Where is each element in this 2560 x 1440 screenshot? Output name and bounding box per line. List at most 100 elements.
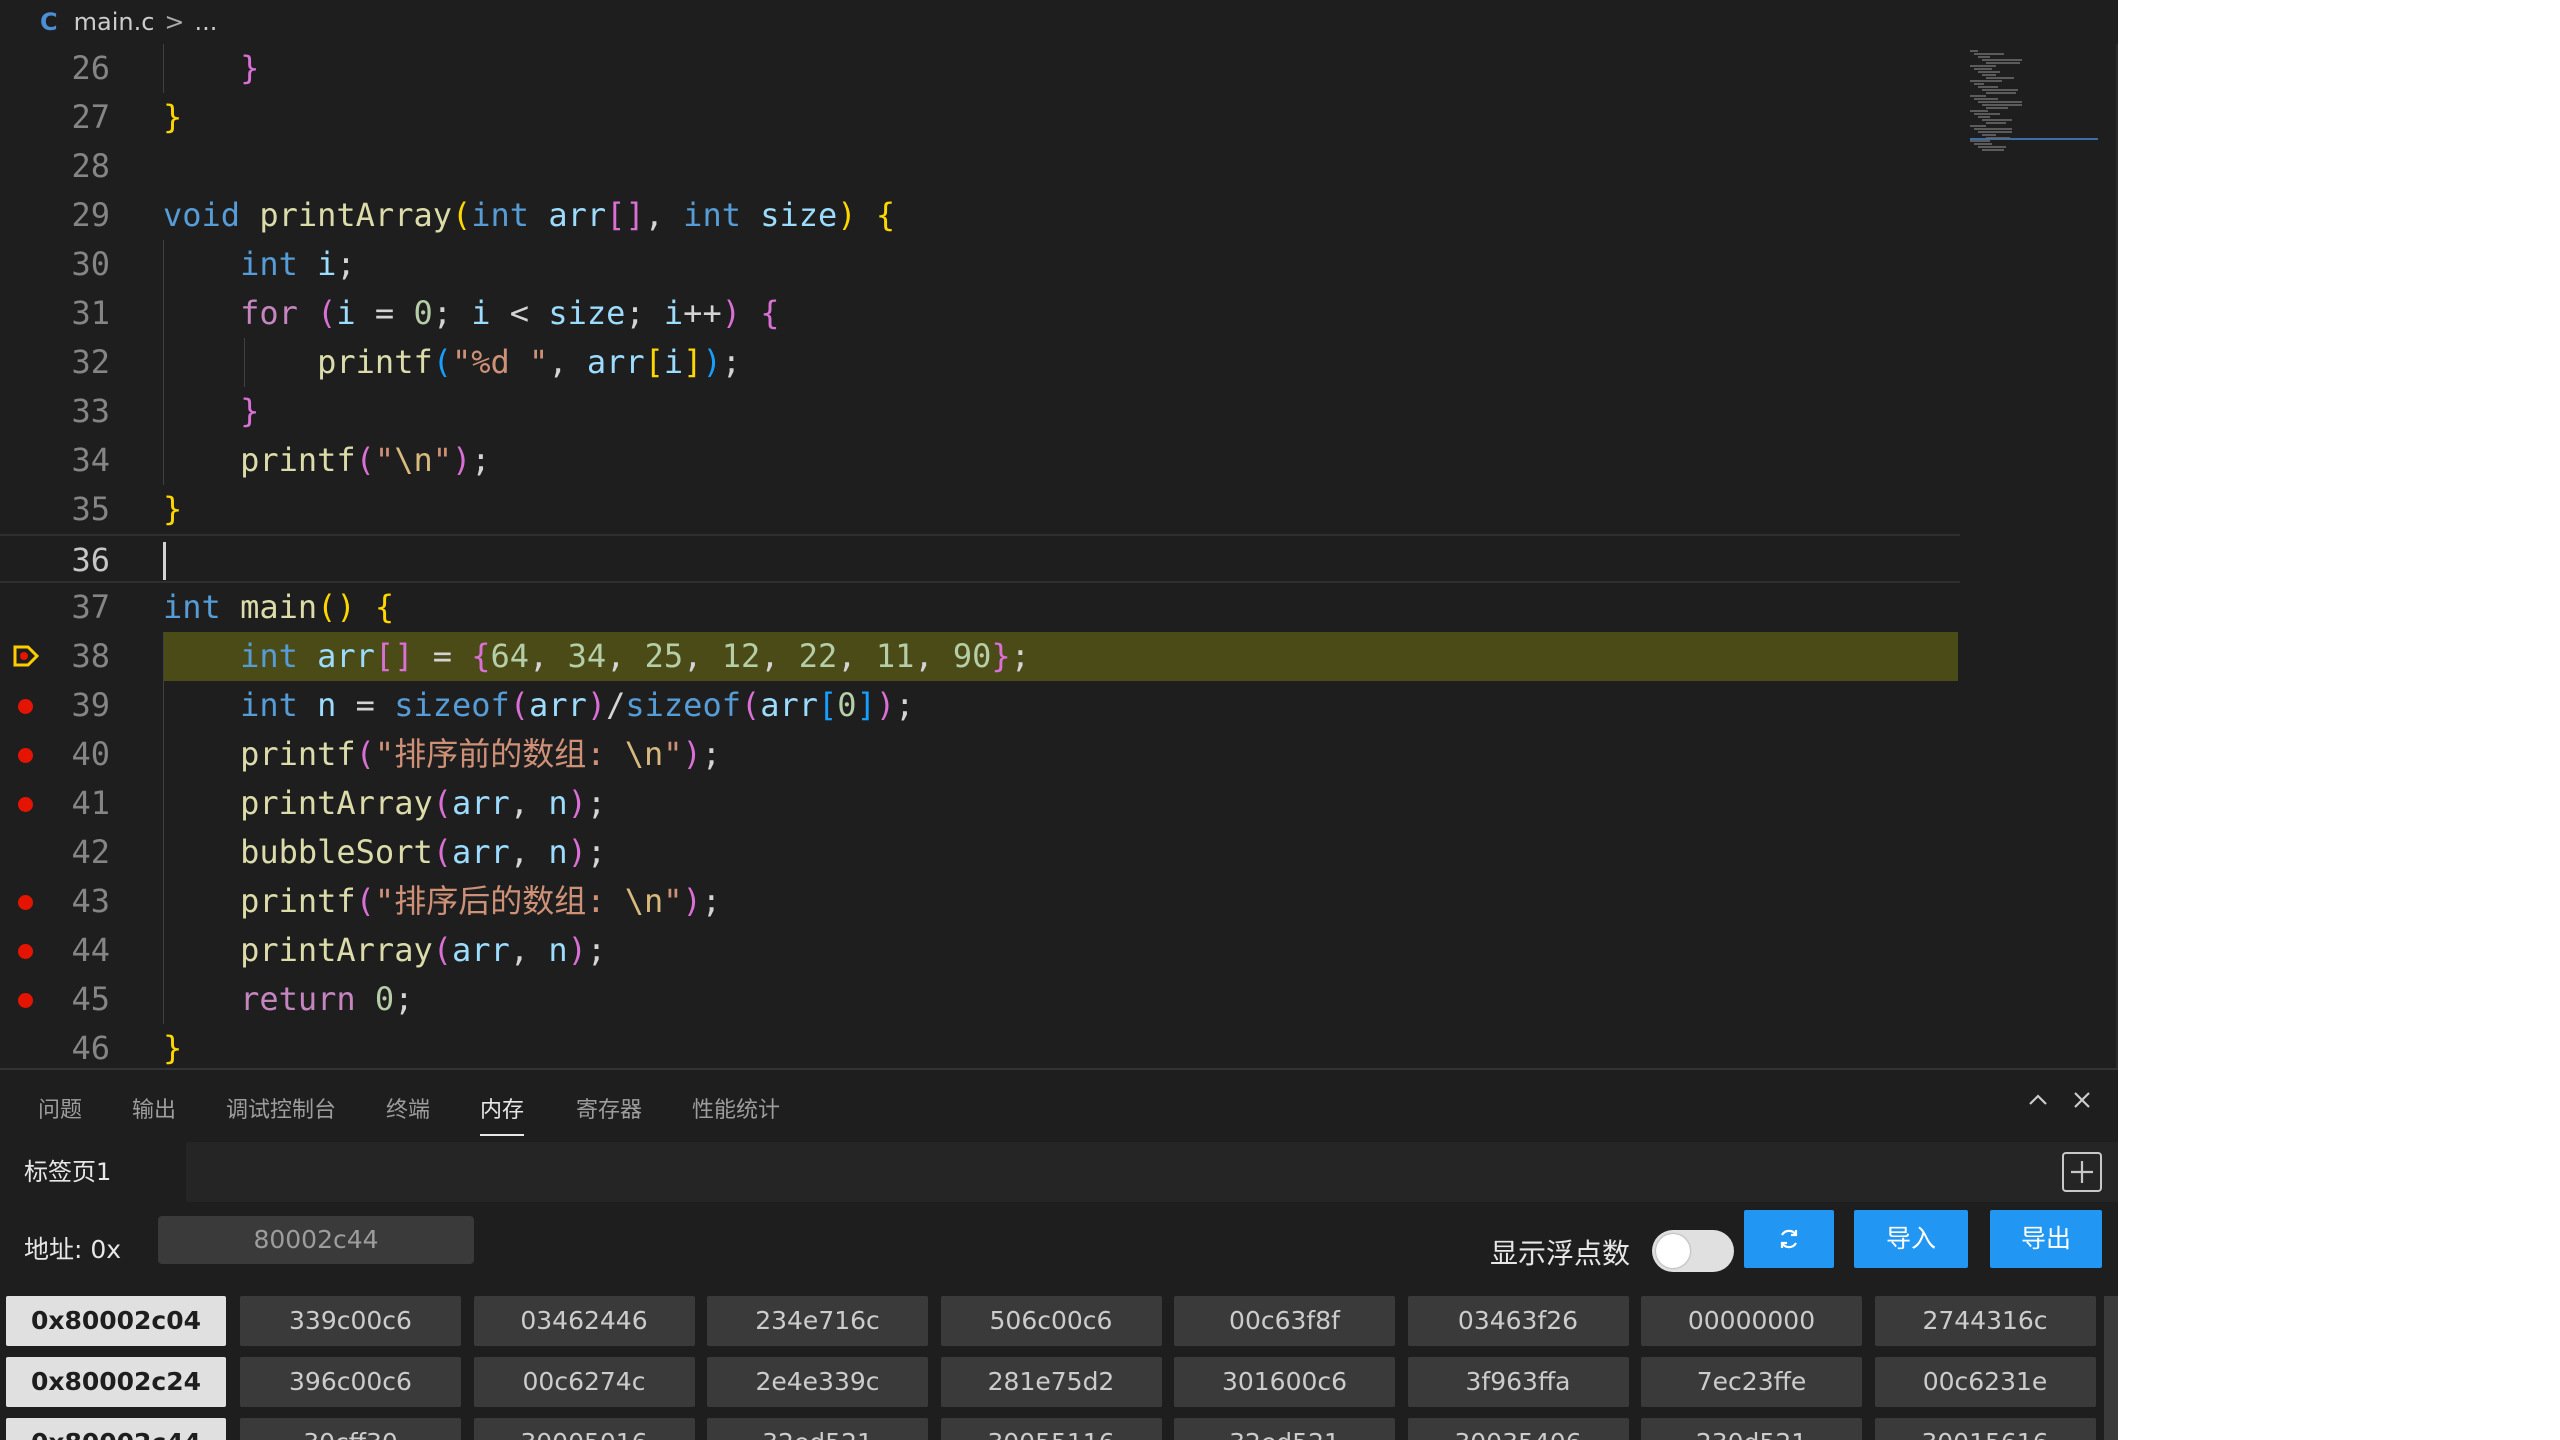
code-line[interactable]: 30 int i; <box>0 240 1960 289</box>
memory-cell[interactable]: 3f963ffa <box>1407 1357 1629 1407</box>
code-token: arr <box>451 931 510 969</box>
memory-cell[interactable]: 30015616 <box>1874 1418 2096 1440</box>
minimap-line <box>1974 83 1984 85</box>
code-line[interactable]: 34 printf("\n"); <box>0 436 1960 485</box>
code-text: } <box>163 485 182 534</box>
memory-address[interactable]: 0x80002c24 <box>6 1357 226 1407</box>
tab-performance[interactable]: 性能统计 <box>692 1092 780 1134</box>
memory-cell[interactable]: 30005016 <box>473 1418 695 1440</box>
memory-cell[interactable]: 301600c6 <box>1174 1357 1395 1407</box>
line-number: 32 <box>71 343 110 381</box>
code-line[interactable]: 36 <box>0 534 1960 583</box>
code-line[interactable]: 40 printf("排序前的数组: \n"); <box>0 730 1960 779</box>
memory-cell[interactable]: 32ed521 <box>1174 1418 1395 1440</box>
tab-registers[interactable]: 寄存器 <box>576 1092 642 1134</box>
show-float-toggle[interactable] <box>1652 1230 1734 1272</box>
code-line[interactable]: 46} <box>0 1024 1960 1068</box>
memory-cell[interactable]: 30055116 <box>940 1418 1162 1440</box>
memory-cell[interactable]: 7ec23ffe <box>1641 1357 1862 1407</box>
memory-cell[interactable]: 396c00c6 <box>240 1357 461 1407</box>
minimap-line <box>1974 53 2004 55</box>
code-token: ; <box>895 686 915 724</box>
memory-cell[interactable]: 339c00c6 <box>240 1296 461 1346</box>
line-number: 30 <box>71 245 110 283</box>
code-token: ( <box>355 882 375 920</box>
code-token: } <box>991 637 1011 675</box>
address-input[interactable]: 80002c44 <box>158 1216 474 1264</box>
minimap[interactable] <box>1960 44 2118 1068</box>
breadcrumb[interactable]: C main.c > ... <box>0 0 2118 44</box>
code-token: ; <box>586 833 607 871</box>
code-token: ; <box>432 294 472 332</box>
line-number: 28 <box>71 147 110 185</box>
memory-cell[interactable]: 30035406 <box>1407 1418 1629 1440</box>
memory-cell[interactable]: 32ed521 <box>707 1418 928 1440</box>
code-text: printf("排序前的数组: \n"); <box>163 730 721 779</box>
minimap-line <box>1978 86 1998 88</box>
code-token: ( <box>740 686 761 724</box>
code-line[interactable]: 28 <box>0 142 1960 191</box>
memory-cell[interactable]: 506c00c6 <box>940 1296 1162 1346</box>
memory-cell[interactable]: 230d521 <box>1641 1418 1862 1440</box>
code-line[interactable]: 41 printArray(arr, n); <box>0 779 1960 828</box>
memory-cell[interactable]: 00c6231e <box>1874 1357 2096 1407</box>
memory-scrollbar[interactable] <box>2104 1296 2118 1440</box>
code-line[interactable]: 26 } <box>0 44 1960 93</box>
minimap-line <box>1982 89 2018 91</box>
memory-cell[interactable]: 00c63f8f <box>1174 1296 1395 1346</box>
code-line[interactable]: 44 printArray(arr, n); <box>0 926 1960 975</box>
refresh-button[interactable] <box>1744 1210 1834 1268</box>
memory-cell[interactable]: 03463f26 <box>1407 1296 1629 1346</box>
tab-memory[interactable]: 内存 <box>480 1092 525 1136</box>
memory-cell[interactable]: 03462446 <box>473 1296 695 1346</box>
minimap-line <box>1982 104 2022 106</box>
tab-debug-console[interactable]: 调试控制台 <box>226 1092 336 1134</box>
memory-cell[interactable]: 234e716c <box>707 1296 928 1346</box>
code-token: { <box>374 588 395 626</box>
code-line[interactable]: 42 bubbleSort(arr, n); <box>0 828 1960 877</box>
tab-problems[interactable]: 问题 <box>38 1092 82 1134</box>
code-line[interactable]: 29 void printArray(int arr[], int size) { <box>0 191 1960 240</box>
code-token: ; <box>586 784 607 822</box>
memory-cell[interactable]: 2744316c <box>1874 1296 2096 1346</box>
breadcrumb-more[interactable]: ... <box>195 8 218 36</box>
memory-address[interactable]: 0x80002c44 <box>6 1418 226 1440</box>
memory-cell[interactable]: 30cff30 <box>240 1418 461 1440</box>
code-token: " <box>432 441 452 479</box>
code-line[interactable]: 32 printf("%d ", arr[i]); <box>0 338 1960 387</box>
code-line[interactable]: 45 return 0; <box>0 975 1960 1024</box>
breadcrumb-file[interactable]: main.c <box>74 8 155 36</box>
code-editor[interactable]: 26 } 27} 28 29 void printArray(int arr[], in… <box>0 44 2118 1068</box>
editor-scrollbar[interactable] <box>2116 44 2118 1068</box>
code-token: / <box>606 686 626 724</box>
code-line[interactable]: 27} <box>0 93 1960 142</box>
code-line[interactable]: 37 int main() { <box>0 583 1960 632</box>
code-line[interactable]: 31 for (i = 0; i < size; i++) { <box>0 289 1960 338</box>
code-line[interactable]: 38 int arr[] = {64, 34, 25, 12, 22, 11, … <box>0 632 1960 681</box>
show-float-label: 显示浮点数 <box>1490 1237 1631 1270</box>
code-line[interactable]: 35} <box>0 485 1960 534</box>
close-icon[interactable] <box>2064 1086 2100 1122</box>
tab-output[interactable]: 输出 <box>132 1092 176 1134</box>
export-button[interactable]: 导出 <box>1990 1210 2102 1268</box>
memory-cell[interactable]: 2e4e339c <box>707 1357 928 1407</box>
chevron-up-icon[interactable] <box>2020 1086 2056 1122</box>
memory-cell[interactable]: 281e75d2 <box>940 1357 1162 1407</box>
memory-cell[interactable]: 00000000 <box>1641 1296 1862 1346</box>
memory-cell[interactable]: 00c6274c <box>473 1357 695 1407</box>
add-tab-button[interactable] <box>2062 1152 2102 1192</box>
code-line[interactable]: 43 printf("排序后的数组: \n"); <box>0 877 1960 926</box>
code-token: = <box>336 686 395 724</box>
memory-subtab-1[interactable]: 标签页1 <box>0 1142 186 1202</box>
code-token: "%d " <box>451 343 549 381</box>
code-line[interactable]: 39 int n = sizeof(arr)/sizeof(arr[0]); <box>0 681 1960 730</box>
import-button[interactable]: 导入 <box>1854 1210 1968 1268</box>
code-token: [ <box>644 343 664 381</box>
code-token: ) <box>721 294 741 332</box>
memory-address[interactable]: 0x80002c04 <box>6 1296 226 1346</box>
code-line[interactable]: 33 } <box>0 387 1960 436</box>
tab-terminal[interactable]: 终端 <box>386 1092 430 1134</box>
